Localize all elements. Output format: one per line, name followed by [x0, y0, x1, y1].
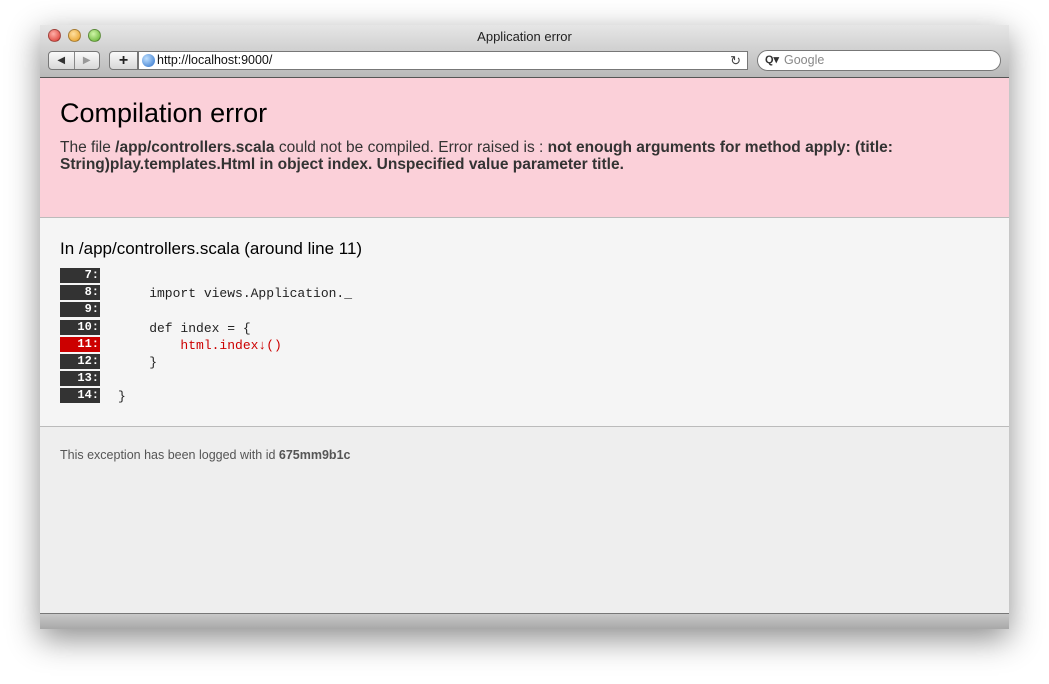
code-text: } — [118, 354, 158, 370]
toolbar: Application error ◀ ▶ + http://localhost… — [40, 25, 1009, 78]
line-number: 7: — [60, 268, 100, 283]
search-input[interactable]: Q▾ Google — [757, 50, 1001, 71]
search-icon: Q▾ — [765, 54, 780, 66]
code-line: 13: — [60, 371, 989, 388]
source-heading: In /app/controllers.scala (around line 1… — [60, 239, 363, 258]
code-line: 14:} — [60, 388, 989, 405]
error-text: could not be compiled. Error raised is : — [274, 139, 548, 156]
add-bookmark-button[interactable]: + — [109, 51, 138, 70]
line-number: 11: — [60, 336, 100, 352]
exception-id: 675mm9b1c — [278, 448, 351, 462]
line-number: 13: — [60, 371, 100, 387]
error-description: The file /app/controllers.scala could no… — [60, 139, 989, 173]
url-text: http://localhost:9000/ — [157, 53, 273, 67]
footer: This exception has been logged with id 6… — [40, 427, 1009, 483]
line-number: 10: — [60, 319, 100, 335]
forward-button[interactable]: ▶ — [73, 52, 100, 69]
code-text: html.index↓() — [118, 337, 282, 353]
code-line: 9: — [60, 302, 989, 319]
error-section: Compilation error The file /app/controll… — [40, 78, 1009, 218]
globe-icon — [142, 54, 155, 67]
browser-window: Application error ◀ ▶ + http://localhost… — [40, 25, 1009, 629]
error-file: /app/controllers.scala — [115, 139, 275, 156]
code-line: 10: def index = { — [60, 319, 989, 337]
address-bar[interactable]: http://localhost:9000/ ↻ — [138, 51, 748, 70]
line-number: 8: — [60, 285, 100, 301]
code-line: 11: html.index↓() — [60, 336, 989, 354]
error-heading: Compilation error — [60, 98, 268, 128]
line-number: 12: — [60, 353, 100, 369]
window-title: Application error — [477, 29, 572, 44]
code-line: 7: — [60, 268, 989, 285]
nav-buttons: ◀ ▶ — [48, 51, 100, 70]
search-placeholder: Google — [784, 53, 825, 67]
status-bar — [40, 613, 1009, 629]
error-text: The file — [60, 139, 116, 156]
back-button[interactable]: ◀ — [49, 52, 74, 69]
code-listing: 7: 8: import views.Application._ 9: 10: def… — [60, 268, 989, 405]
line-number: 9: — [60, 302, 100, 318]
code-text: def index = { — [118, 320, 251, 336]
code-text: } — [118, 389, 126, 405]
code-text: import views.Application._ — [118, 286, 353, 302]
line-number: 14: — [60, 388, 100, 404]
source-section: In /app/controllers.scala (around line 1… — [40, 218, 1009, 427]
reload-icon[interactable]: ↻ — [730, 52, 741, 69]
code-line: 8: import views.Application._ — [60, 285, 989, 302]
code-line: 12: } — [60, 353, 989, 371]
footer-text: This exception has been logged with id — [60, 448, 279, 462]
